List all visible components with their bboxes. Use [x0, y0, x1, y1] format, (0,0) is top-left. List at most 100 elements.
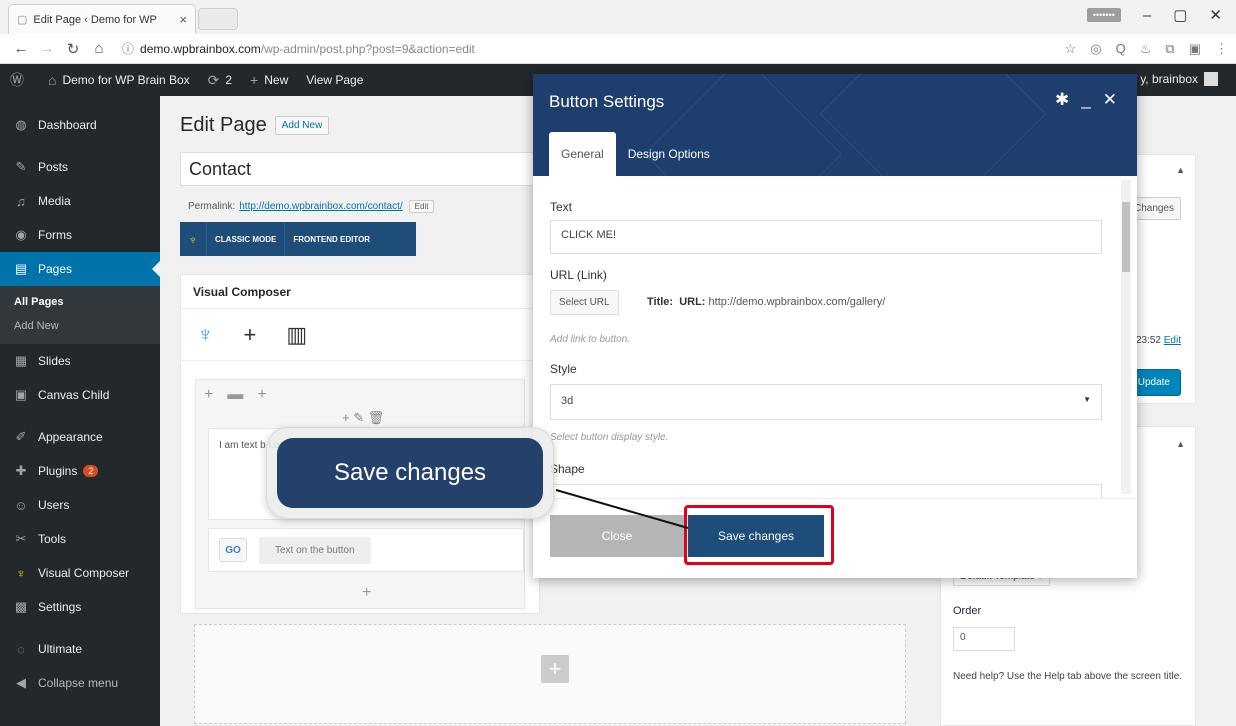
sidebar-item-users[interactable]: ☺ Users [0, 488, 160, 522]
back-icon[interactable]: ← [8, 40, 34, 57]
add-element-icon[interactable]: + [362, 584, 371, 602]
wordpress-logo-icon[interactable]: Ⓦ [10, 70, 30, 90]
minimize-icon[interactable]: _ [1081, 90, 1090, 110]
page-heading: Edit Page Add New [180, 114, 330, 137]
sidebar-item-forms[interactable]: ◉ Forms [0, 218, 160, 252]
sidebar-item-ultimate[interactable]: ◌ Ultimate [0, 632, 160, 666]
style-select[interactable]: 3d ▼ [550, 384, 1102, 420]
gear-icon[interactable]: ✱ [1055, 90, 1069, 110]
vc-logo-icon[interactable]: ♆ [197, 322, 214, 348]
menu-icon[interactable]: ⋮ [1215, 41, 1228, 57]
browser-tab[interactable]: ▢ Edit Page ‹ Demo for WP × [8, 4, 196, 34]
tab-title: Edit Page ‹ Demo for WP [33, 13, 157, 26]
toggle-arrow-icon[interactable]: ▲ [1176, 439, 1185, 449]
add-column-icon[interactable]: + [204, 386, 213, 404]
add-element-icon[interactable]: + [244, 322, 257, 348]
url-label: URL (Link) [550, 268, 607, 282]
modal-scrollbar[interactable] [1121, 180, 1131, 494]
updates-link[interactable]: ⟳ 2 [208, 72, 232, 89]
url-info: Title: URL: http://demo.wpbrainbox.com/g… [647, 296, 885, 308]
sidebar-item-plugins[interactable]: ✚ Plugins 2 [0, 454, 160, 488]
add-element-icon[interactable]: + [541, 655, 569, 683]
sidebar-item-label: Collapse menu [38, 676, 119, 690]
forward-icon[interactable]: → [34, 40, 60, 57]
sidebar-item-settings[interactable]: ▩ Settings [0, 590, 160, 624]
modal-footer: Close Save changes [533, 498, 1137, 578]
sidebar-item-media[interactable]: ♫ Media [0, 184, 160, 218]
shape-select[interactable] [550, 484, 1102, 498]
sidebar-item-tools[interactable]: ✂ Tools [0, 522, 160, 556]
account-menu[interactable]: y, brainbox [1140, 72, 1218, 86]
collapse-menu-button[interactable]: ◀ Collapse menu [0, 666, 160, 700]
delete-icon[interactable]: 🗑 [368, 410, 385, 425]
sidebar-item-slides[interactable]: ▦ Slides [0, 344, 160, 378]
sidebar-item-label: Ultimate [38, 642, 83, 656]
camera-icon[interactable]: ◎ [1090, 41, 1101, 57]
add-icon[interactable]: + [342, 410, 350, 425]
sidebar-item-dashboard[interactable]: ◍ Dashboard [0, 108, 160, 142]
howdy-text: y, brainbox [1140, 72, 1198, 86]
sidebar-item-pages[interactable]: ▤ Pages [0, 252, 160, 286]
sidebar-item-visual-composer[interactable]: ♆ Visual Composer [0, 556, 160, 590]
permalink-link[interactable]: http://demo.wpbrainbox.com/contact/ [239, 201, 402, 212]
submenu-add-new[interactable]: Add New [0, 314, 160, 338]
new-content-link[interactable]: + New [250, 72, 288, 88]
add-new-button[interactable]: Add New [274, 116, 330, 135]
edit-icon[interactable]: ✎ [353, 410, 364, 425]
extension-icon[interactable]: ▣ [1189, 41, 1201, 57]
classic-mode-button[interactable]: CLASSIC MODE [206, 222, 284, 256]
url-input[interactable]: ⓘ demo.wpbrainbox.com /wp-admin/post.php… [122, 38, 1055, 60]
sidebar-item-label: Plugins [38, 464, 78, 478]
reload-icon[interactable]: ↻ [60, 40, 86, 58]
row-controls: + ▬ + [204, 386, 267, 404]
profile-badge[interactable]: ••••••• [1086, 8, 1121, 22]
modal-tabs: General Design Options [549, 132, 722, 176]
sidebar-item-appearance[interactable]: ✐ Appearance [0, 420, 160, 454]
star-icon[interactable]: ☆ [1065, 41, 1077, 57]
plus-icon: + [250, 72, 259, 88]
submenu-all-pages[interactable]: All Pages [0, 290, 160, 314]
media-icon: ♫ [16, 193, 26, 209]
search-icon[interactable]: Q [1116, 41, 1126, 57]
chevron-down-icon: ▼ [1083, 395, 1091, 404]
permalink-edit-button[interactable]: Edit [408, 200, 435, 213]
scrollbar-thumb[interactable] [1122, 202, 1130, 272]
order-input[interactable]: 0 [953, 627, 1015, 651]
frontend-editor-button[interactable]: FRONTEND EDITOR [284, 222, 378, 256]
maximize-icon[interactable]: ▢ [1173, 6, 1187, 24]
published-time: 23:52 [1135, 335, 1161, 346]
select-url-button[interactable]: Select URL [550, 290, 619, 315]
row-layout-icon[interactable]: ▬ [227, 386, 243, 404]
extension-icon[interactable]: ⧉ [1165, 41, 1174, 57]
info-icon[interactable]: ⓘ [122, 40, 134, 57]
close-tab-icon[interactable]: × [179, 12, 187, 27]
tab-general[interactable]: General [549, 132, 616, 176]
templates-icon[interactable]: ▥ [286, 322, 307, 348]
new-tab-button[interactable] [198, 8, 238, 30]
published-edit-link[interactable]: Edit [1164, 335, 1181, 346]
canvas-icon: ▣ [14, 387, 28, 402]
sidebar-item-canvas-child[interactable]: ▣ Canvas Child [0, 378, 160, 412]
modal-body: Text CLICK ME! URL (Link) Select URL Tit… [533, 176, 1137, 498]
style-value: 3d [561, 395, 574, 407]
close-icon[interactable]: ✕ [1103, 90, 1117, 110]
modal-title: Button Settings [549, 92, 665, 111]
browser-tabbar: ▢ Edit Page ‹ Demo for WP × ••••••• – ▢ … [0, 0, 1236, 34]
extension-icon[interactable]: ♨ [1140, 41, 1152, 57]
minimize-icon[interactable]: – [1143, 7, 1151, 24]
page-icon: ▢ [17, 14, 28, 26]
close-window-icon[interactable]: ✕ [1209, 6, 1222, 24]
toggle-arrow-icon[interactable]: ▲ [1176, 165, 1185, 175]
site-name-link[interactable]: ⌂ Demo for WP Brain Box [48, 72, 190, 88]
tab-design-options[interactable]: Design Options [616, 132, 722, 176]
close-button[interactable]: Close [550, 515, 684, 557]
vc-mode-switcher: ♆ CLASSIC MODE FRONTEND EDITOR [180, 222, 416, 256]
home-icon[interactable]: ⌂ [86, 40, 112, 57]
forms-icon: ◉ [15, 227, 27, 242]
view-page-link[interactable]: View Page [306, 73, 363, 87]
button-element[interactable]: GO Text on the button [208, 528, 524, 572]
sidebar-item-posts[interactable]: ✎ Posts [0, 150, 160, 184]
add-row-icon[interactable]: + [257, 386, 266, 404]
text-input[interactable]: CLICK ME! [550, 220, 1102, 254]
slides-icon: ▦ [14, 353, 28, 368]
